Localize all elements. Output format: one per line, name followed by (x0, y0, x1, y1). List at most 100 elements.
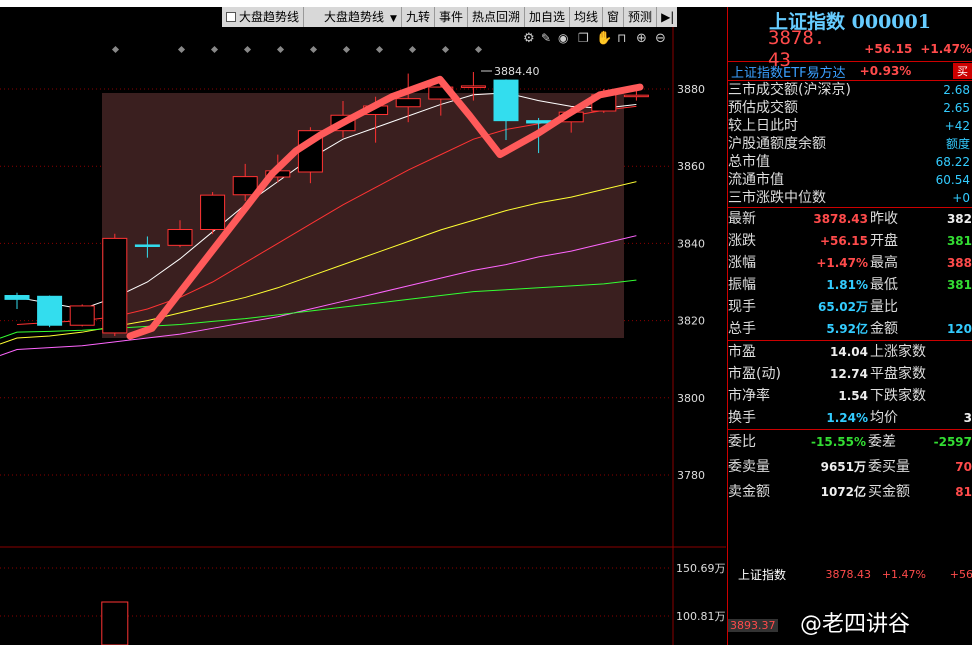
info-value: 68.22 (935, 155, 970, 169)
mini-index-pct: +1.47% (881, 567, 926, 581)
volume-bar (101, 601, 129, 645)
info-label: 较上日此时 (728, 118, 798, 134)
stat-value: 12.74 (830, 367, 868, 381)
info-label: 三市成交额(沪深京) (728, 82, 851, 98)
mini-index-price: 3878.43 (825, 567, 872, 581)
trend-line-checkbox[interactable]: 大盘趋势线 (222, 7, 305, 27)
price-tick-label: 3800 (677, 392, 705, 405)
toolbar-button-moving-average[interactable]: 均线 (570, 7, 604, 27)
toolbar-button-window[interactable]: 窗 (603, 7, 625, 27)
event-marker[interactable] (177, 45, 186, 54)
info-value: 60.54 (935, 173, 970, 187)
stat-label: 卖金额 (728, 484, 770, 500)
candle-body[interactable] (102, 237, 128, 334)
event-marker[interactable] (342, 45, 351, 54)
price-change: +56.15 (864, 42, 913, 56)
zoom-in-icon[interactable]: ⊕ (636, 31, 647, 46)
stat-label: 涨幅 (728, 255, 756, 271)
hand-pan-icon[interactable]: ✋ (596, 30, 612, 46)
volume-tick-label: 150.69万 (676, 562, 726, 575)
info-label: 总市值 (728, 154, 770, 170)
stat-label: 市盈 (728, 344, 756, 360)
stat-value: -15.55% (811, 435, 866, 449)
quote-row: 总手 5.92亿 金额 120 (728, 318, 972, 340)
collapse-panel-icon[interactable]: ▶| (657, 7, 678, 27)
trend-line-select-label: 大盘趋势线 (324, 10, 385, 24)
event-marker[interactable] (375, 45, 384, 54)
toolbar-button-jiuzhuan[interactable]: 九转 (402, 7, 435, 27)
etf-name[interactable]: 上证指数ETF易方达 (731, 62, 846, 81)
stat-value: +56.15 (819, 234, 868, 248)
order-book-stats: 委比 -15.55% 委差 -2597 委卖量 9651万 委买量 70 卖金额 1072亿 买金额… (728, 430, 972, 505)
toolbar-button-forecast[interactable]: 预测 (624, 7, 658, 27)
checkbox-icon[interactable] (226, 12, 236, 22)
toolbar-button-events[interactable]: 事件 (435, 7, 468, 27)
pen-draw-icon[interactable]: ✎ (541, 31, 551, 45)
toolbar-button-hot-review[interactable]: 热点回溯 (468, 7, 525, 27)
stat-row: 市净率 1.54 下跌家数 (728, 385, 972, 407)
stat-value: 3878.43 (813, 212, 868, 226)
info-label: 预估成交额 (728, 100, 798, 116)
quote-stats: 最新 3878.43 昨收 382 涨跌 +56.15 开盘 381 涨幅 +1.47% 最高 388… (728, 208, 972, 340)
event-marker[interactable] (474, 45, 483, 54)
candle-body[interactable] (4, 295, 30, 300)
candle-body[interactable] (200, 194, 226, 231)
info-value: 2.68 (943, 83, 970, 97)
candle-body[interactable] (395, 98, 421, 108)
stat-label: 平盘家数 (870, 366, 926, 382)
copy-icon[interactable]: ❐ (578, 31, 589, 45)
trend-line-select[interactable]: 大盘趋势线 ▼ (304, 7, 402, 27)
price-axis: 3880 3860 3840 3820 3800 3780 (677, 83, 705, 482)
mini-index-change: +56 (949, 567, 972, 581)
stat-value (934, 341, 972, 363)
candle-body[interactable] (526, 120, 552, 124)
candle-body[interactable] (623, 94, 649, 98)
price-tick-label: 3780 (677, 469, 705, 482)
eye-icon[interactable]: ◉ (558, 31, 568, 45)
stat-value: -2597 (933, 435, 972, 449)
mini-chart-scale: 3893.37 (728, 619, 778, 632)
event-marker[interactable] (111, 45, 120, 54)
lock-icon[interactable]: ⊓ (617, 31, 626, 45)
stat-label: 最低 (870, 277, 898, 293)
stat-label: 换手 (728, 410, 756, 426)
quote-row: 最新 3878.43 昨收 382 (728, 208, 972, 230)
stat-label: 委卖量 (728, 459, 770, 475)
stat-value: 3 (963, 411, 972, 425)
stat-label: 最高 (870, 255, 898, 271)
price-tick-label: 3820 (677, 315, 705, 328)
toolbar-button-add-watchlist[interactable]: 加自选 (525, 7, 571, 27)
stat-value (934, 363, 972, 385)
event-marker[interactable] (276, 45, 285, 54)
event-marker[interactable] (408, 45, 417, 54)
kline-chart[interactable]: ⚙ ✎ ◉ ❐ ✋ ⊓ ⊕ ⊖ 3884.40 3880 3860 3840 3820… (0, 27, 726, 645)
stat-label: 委差 (868, 434, 896, 450)
stat-value (934, 385, 972, 407)
stat-value: +1.47% (816, 256, 868, 270)
candle-body[interactable] (167, 229, 193, 246)
stat-label: 下跌家数 (870, 388, 926, 404)
stat-value: 1072亿 (820, 485, 866, 499)
watermark: @老四讲谷 (800, 612, 911, 637)
stat-label: 现手 (728, 299, 756, 315)
price-tick-label: 3840 (677, 237, 705, 250)
buy-button[interactable]: 买 (953, 63, 972, 79)
event-marker[interactable] (441, 45, 450, 54)
candle-body[interactable] (37, 295, 63, 326)
zoom-out-icon[interactable]: ⊖ (655, 31, 666, 46)
event-marker[interactable] (243, 45, 252, 54)
candle-body[interactable] (493, 79, 519, 122)
stat-value: 1.24% (826, 411, 868, 425)
stat-row: 市盈 14.04 上涨家数 (728, 341, 972, 363)
settings-gear-icon[interactable]: ⚙ (523, 31, 535, 46)
candle-body[interactable] (69, 305, 95, 326)
event-marker[interactable] (210, 45, 219, 54)
stat-row: 换手 1.24% 均价 3 (728, 407, 972, 429)
market-info-row: 预估成交额 2.65 (728, 99, 972, 117)
mini-index-bar[interactable]: 上证指数 3878.43 +1.47% +56 (728, 563, 972, 585)
event-marker[interactable] (309, 45, 318, 54)
stat-label: 上涨家数 (870, 344, 926, 360)
dropdown-arrow-icon[interactable]: ▼ (390, 14, 397, 24)
candle-body[interactable] (460, 85, 486, 88)
candle-body[interactable] (134, 244, 160, 247)
